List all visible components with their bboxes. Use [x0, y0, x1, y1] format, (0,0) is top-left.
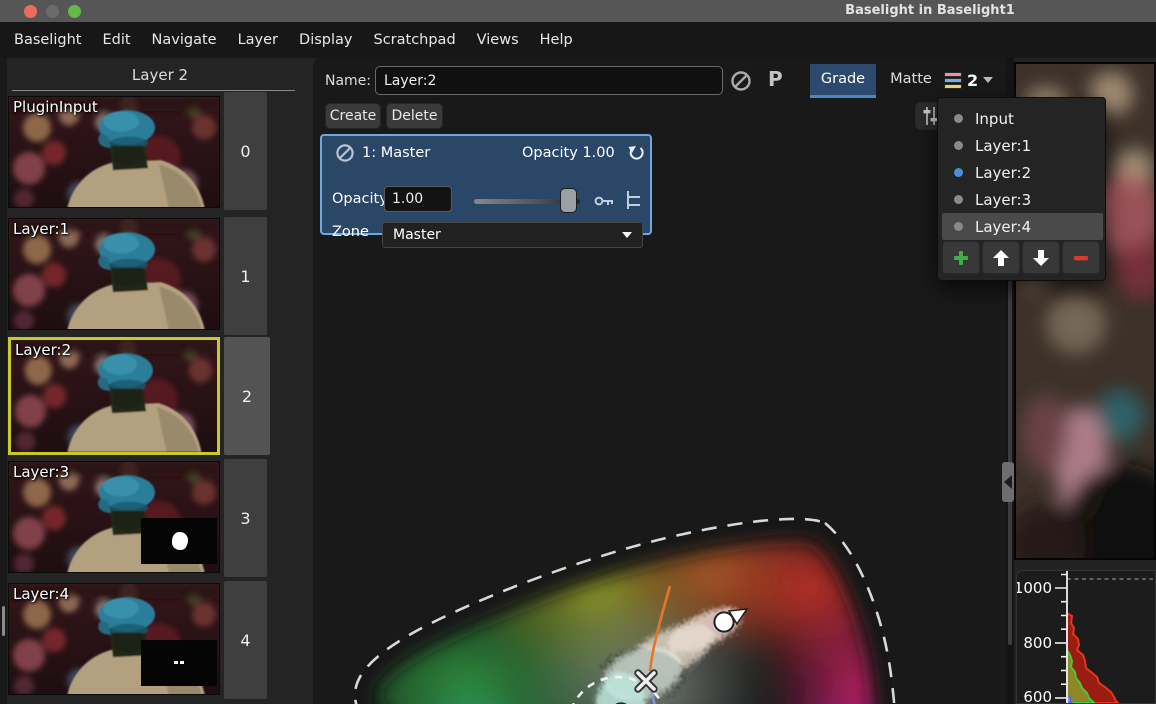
layer-name-input[interactable] [375, 66, 723, 95]
histogram-tick-1000: 1000 [1017, 579, 1052, 597]
add-layer-button[interactable] [942, 241, 980, 274]
chevron-down-icon [983, 77, 993, 83]
title-bar: Baselight in Baselight1 [0, 0, 1156, 22]
reset-icon[interactable] [627, 144, 645, 162]
window-title: Baselight in Baselight1 [790, 3, 1070, 18]
layer-thumb-label: Layer:2 [15, 341, 71, 359]
dropdown-item-layer1[interactable]: Layer:1 [942, 132, 1103, 159]
layer-number-1[interactable]: 1 [224, 217, 267, 335]
menu-layer[interactable]: Layer [238, 32, 278, 48]
opacity-input[interactable] [384, 186, 452, 212]
layer-state-dot [954, 195, 963, 204]
grade-main-panel: Name: P Grade Matte 2 Create Delete [313, 58, 1006, 704]
zone-value: Master [393, 227, 441, 243]
chevron-down-icon [622, 232, 632, 238]
collapse-panel-handle[interactable] [1002, 462, 1014, 502]
histogram-tick-600: 600 [1023, 688, 1052, 703]
name-label: Name: [325, 73, 371, 89]
tab-grade[interactable]: Grade [810, 64, 876, 98]
matte-shape [172, 532, 188, 550]
zone-label: Zone [332, 224, 369, 240]
histogram-plot: 1000 800 600 [1017, 571, 1155, 703]
arrow-up-icon [992, 249, 1010, 267]
matte-preview [141, 518, 217, 564]
layer-thumb-label: Layer:4 [13, 585, 69, 603]
layer-select-dropdown: Input Layer:1 Layer:2 Layer:3 Layer:4 [937, 97, 1106, 281]
matte-dot [180, 661, 184, 664]
layer-number-2[interactable]: 2 [224, 337, 270, 455]
zoom-window-icon[interactable] [68, 5, 81, 18]
master-layer-strip[interactable]: 1: Master Opacity 1.00 Opacity Zone [320, 134, 652, 235]
layer-stack-icon [944, 72, 962, 89]
layer-thumb-4[interactable]: Layer:4 [8, 583, 220, 695]
curve-editor-icon[interactable] [625, 189, 643, 211]
dropdown-item-input[interactable]: Input [942, 105, 1103, 132]
chromaticity-gamut-view[interactable] [313, 280, 1006, 704]
move-layer-down-button[interactable] [1022, 241, 1060, 274]
tab-matte[interactable]: Matte [882, 64, 940, 98]
layer-count-dropdown-button[interactable]: 2 [944, 66, 1002, 94]
create-button[interactable]: Create [325, 103, 381, 129]
remove-layer-button[interactable] [1062, 241, 1100, 274]
menu-views[interactable]: Views [477, 32, 519, 48]
sidebar-divider [12, 90, 295, 91]
menu-help[interactable]: Help [540, 32, 573, 48]
layer-state-dot [954, 141, 963, 150]
layer-thumb-plugininput[interactable]: PluginInput [8, 96, 220, 208]
layer-thumb-label: Layer:3 [13, 463, 69, 481]
left-scroll-handle[interactable] [2, 606, 5, 636]
layer-state-dot-active [954, 168, 963, 177]
plus-icon [952, 249, 970, 267]
close-window-icon[interactable] [24, 5, 37, 18]
layer-state-dot [954, 222, 963, 231]
layer-thumb-3[interactable]: Layer:3 [8, 461, 220, 573]
minimize-window-icon[interactable] [46, 5, 59, 18]
zone-select[interactable]: Master [382, 222, 643, 248]
layer-thumb-1[interactable]: Layer:1 [8, 218, 220, 330]
layer-thumb-2-selected[interactable]: Layer:2 [8, 337, 220, 455]
menu-navigate[interactable]: Navigate [152, 32, 217, 48]
layer-number-4[interactable]: 4 [224, 581, 267, 699]
matte-preview [141, 640, 217, 686]
layer-thumb-label: Layer:1 [13, 220, 69, 238]
dropdown-item-layer2[interactable]: Layer:2 [942, 159, 1103, 186]
opacity-summary: Opacity 1.00 [522, 145, 615, 161]
layer-state-dot [954, 114, 963, 123]
app-window: Baselight in Baselight1 Baselight Edit N… [0, 0, 1156, 704]
histogram-tick-800: 800 [1023, 634, 1052, 652]
layer-number-3[interactable]: 3 [224, 459, 267, 577]
layer-count-value: 2 [967, 71, 978, 90]
key-icon[interactable] [594, 194, 616, 208]
opacity-slider-handle[interactable] [560, 188, 577, 213]
menu-display[interactable]: Display [299, 32, 352, 48]
matte-dot [174, 661, 178, 664]
menu-baselight[interactable]: Baselight [14, 32, 81, 48]
histogram-panel[interactable]: 1000 800 600 [1016, 570, 1156, 704]
layer-thumb-label: PluginInput [13, 98, 98, 116]
minus-icon [1072, 249, 1090, 267]
menu-scratchpad[interactable]: Scratchpad [373, 32, 455, 48]
triangle-left-icon [1003, 474, 1013, 490]
strip-title: 1: Master [362, 145, 430, 161]
layer-stack-sidebar: Layer 2 PluginInput 0 Layer:1 1 Layer:2 … [7, 58, 313, 704]
left-scroll-strip[interactable] [0, 58, 7, 704]
bypass-icon[interactable] [730, 70, 752, 92]
dropdown-item-layer3[interactable]: Layer:3 [942, 186, 1103, 213]
menu-edit[interactable]: Edit [102, 32, 130, 48]
p-flag-button[interactable]: P [768, 67, 783, 91]
opacity-label: Opacity [332, 191, 388, 207]
arrow-down-icon [1032, 249, 1050, 267]
menu-bar: Baselight Edit Navigate Layer Display Sc… [0, 22, 1156, 58]
delete-button[interactable]: Delete [386, 103, 443, 129]
layer-number-0[interactable]: 0 [224, 92, 267, 210]
move-layer-up-button[interactable] [982, 241, 1020, 274]
sidebar-title: Layer 2 [7, 66, 313, 84]
bypass-icon[interactable] [335, 143, 355, 163]
dropdown-item-layer4-highlighted[interactable]: Layer:4 [942, 213, 1103, 240]
